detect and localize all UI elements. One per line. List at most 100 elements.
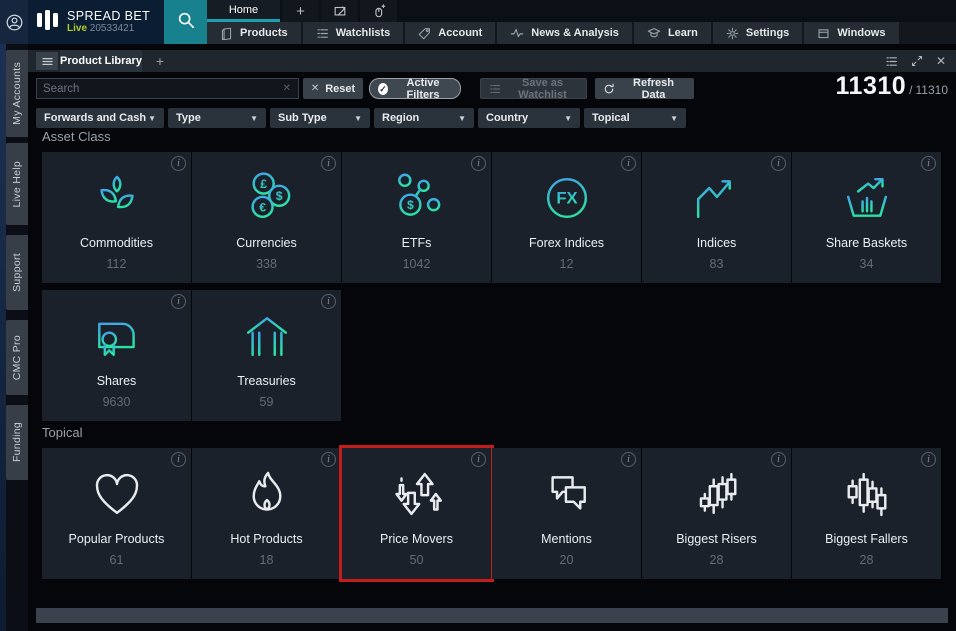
- reset-button[interactable]: ✕ Reset: [303, 78, 363, 99]
- nav-item-label: Settings: [746, 27, 789, 39]
- share-baskets-icon: [792, 166, 941, 230]
- horizontal-scrollbar[interactable]: [36, 608, 948, 623]
- info-icon[interactable]: i: [771, 452, 786, 467]
- add-workspace-tab-button[interactable]: +: [282, 0, 319, 22]
- filter-dropdown-sub-type[interactable]: Sub Type▼: [270, 108, 370, 128]
- filter-dropdown-forwards-and-cash[interactable]: Forwards and Cash▼: [36, 108, 164, 128]
- nav-item-windows[interactable]: Windows: [804, 22, 898, 44]
- panel-close-icon[interactable]: ✕: [936, 54, 946, 68]
- side-rail: My Accounts Live Help Support CMC Pro Fundin…: [0, 44, 28, 631]
- info-icon[interactable]: i: [621, 156, 636, 171]
- asset-class-grid: iCommodities112i£$€Currencies338i$ETFs10…: [42, 152, 941, 421]
- nav-item-settings[interactable]: Settings: [713, 22, 802, 44]
- nav-item-products[interactable]: Products: [207, 22, 301, 44]
- user-account-icon[interactable]: [0, 0, 28, 44]
- product-tile-etfs[interactable]: i$ETFs1042: [342, 152, 491, 283]
- product-tile-hot-products[interactable]: iHot Products18: [192, 448, 341, 579]
- filter-dropdown-type[interactable]: Type▼: [168, 108, 266, 128]
- nav-item-news-analysis[interactable]: News & Analysis: [497, 22, 632, 44]
- tab-home[interactable]: Home: [207, 0, 280, 22]
- tile-count: 9630: [42, 395, 191, 409]
- speech-bubbles-icon: [492, 462, 641, 526]
- product-tile-currencies[interactable]: i£$€Currencies338: [192, 152, 341, 283]
- panel-tab-product-library[interactable]: Product Library: [60, 50, 142, 72]
- nav-item-label: Windows: [837, 27, 885, 39]
- clear-search-icon[interactable]: ✕: [283, 83, 298, 94]
- product-tile-commodities[interactable]: iCommodities112: [42, 152, 191, 283]
- sidebar-tab-funding[interactable]: Funding: [6, 405, 28, 480]
- product-tile-treasuries[interactable]: iTreasuries59: [192, 290, 341, 421]
- panel-add-tab-button[interactable]: +: [146, 50, 174, 72]
- tile-label: Mentions: [492, 532, 641, 546]
- mouse-add-icon[interactable]: [360, 0, 397, 22]
- active-filters-button[interactable]: ✓ Active Filters: [369, 78, 461, 99]
- etfs-icon: $: [342, 166, 491, 230]
- tile-label: Price Movers: [342, 532, 491, 546]
- filter-dropdown-country[interactable]: Country▼: [478, 108, 580, 128]
- check-circle-icon: ✓: [378, 83, 388, 95]
- sidebar-tab-my-accounts[interactable]: My Accounts: [6, 50, 28, 137]
- panel-expand-icon[interactable]: [911, 55, 923, 67]
- tile-label: Share Baskets: [792, 236, 941, 250]
- info-icon[interactable]: i: [921, 156, 936, 171]
- tile-label: Indices: [642, 236, 791, 250]
- sidebar-tab-support[interactable]: Support: [6, 235, 28, 310]
- search-input[interactable]: [37, 83, 283, 95]
- chevron-down-icon: ▼: [670, 114, 678, 123]
- product-tile-price-movers[interactable]: iPrice Movers50: [342, 448, 491, 579]
- tile-count: 28: [792, 553, 941, 567]
- info-icon[interactable]: i: [321, 294, 336, 309]
- product-tile-indices[interactable]: iIndices83: [642, 152, 791, 283]
- top-bar: SPREAD BET Live 20533421 Home + Products…: [0, 0, 956, 44]
- settings-gear-icon: [726, 27, 739, 40]
- edit-layout-icon[interactable]: [321, 0, 358, 22]
- nav-item-learn[interactable]: Learn: [634, 22, 711, 44]
- product-tile-biggest-fallers[interactable]: iBiggest Fallers28: [792, 448, 941, 579]
- section-asset-class: Asset Class iCommodities112i£$€Currencie…: [42, 129, 941, 421]
- info-icon[interactable]: i: [171, 294, 186, 309]
- commodities-icon: [42, 166, 191, 230]
- sidebar-tab-cmc-pro[interactable]: CMC Pro: [6, 320, 28, 395]
- refresh-data-button[interactable]: Refresh Data: [595, 78, 694, 99]
- brand-logo[interactable]: SPREAD BET Live 20533421: [28, 0, 164, 44]
- filter-dropdown-topical[interactable]: Topical▼: [584, 108, 686, 128]
- search-field: ✕: [36, 78, 299, 99]
- nav-item-account[interactable]: Account: [405, 22, 495, 44]
- svg-text:€: €: [259, 200, 266, 214]
- toolbar: ✕ ✕ Reset ✓ Active Filters Save as Watch…: [28, 76, 956, 102]
- tile-count: 34: [792, 257, 941, 271]
- product-tile-biggest-risers[interactable]: iBiggest Risers28: [642, 448, 791, 579]
- product-tile-mentions[interactable]: iMentions20: [492, 448, 641, 579]
- info-icon[interactable]: i: [321, 156, 336, 171]
- save-as-watchlist-button[interactable]: Save as Watchlist: [480, 78, 587, 99]
- learn-cap-icon: [647, 26, 661, 40]
- tile-count: 1042: [342, 257, 491, 271]
- product-tile-shares[interactable]: iShares9630: [42, 290, 191, 421]
- info-icon[interactable]: i: [471, 452, 486, 467]
- refresh-icon: [603, 83, 615, 95]
- sidebar-tab-live-help[interactable]: Live Help: [6, 143, 28, 225]
- info-icon[interactable]: i: [171, 452, 186, 467]
- dropdown-label: Region: [382, 112, 419, 124]
- product-tile-forex-indices[interactable]: iFXForex Indices12: [492, 152, 641, 283]
- nav-item-watchlists[interactable]: Watchlists: [303, 22, 404, 44]
- global-search-button[interactable]: [164, 0, 207, 44]
- info-icon[interactable]: i: [771, 156, 786, 171]
- section-title: Asset Class: [42, 129, 941, 147]
- info-icon[interactable]: i: [621, 452, 636, 467]
- info-icon[interactable]: i: [471, 156, 486, 171]
- panel-hamburger-icon[interactable]: [36, 52, 58, 70]
- currencies-icon: £$€: [192, 166, 341, 230]
- product-tile-share-baskets[interactable]: i Share Baskets 34: [792, 152, 941, 283]
- info-icon[interactable]: i: [921, 452, 936, 467]
- chevron-down-icon: ▼: [148, 114, 156, 123]
- filter-dropdown-region[interactable]: Region▼: [374, 108, 474, 128]
- reset-x-icon: ✕: [311, 83, 319, 94]
- panel-list-menu-icon[interactable]: [885, 55, 898, 68]
- count-current: 11310: [836, 72, 907, 101]
- info-icon[interactable]: i: [171, 156, 186, 171]
- account-number: 20533421: [90, 23, 135, 34]
- chevron-down-icon: ▼: [354, 114, 362, 123]
- info-icon[interactable]: i: [321, 452, 336, 467]
- product-tile-popular-products[interactable]: iPopular Products61: [42, 448, 191, 579]
